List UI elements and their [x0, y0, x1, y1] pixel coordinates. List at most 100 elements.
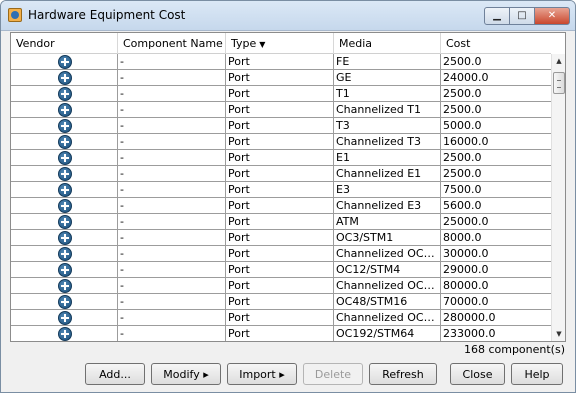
add-circle-icon[interactable]	[58, 183, 72, 197]
add-circle-icon[interactable]	[58, 55, 72, 69]
add-circle-icon[interactable]	[58, 199, 72, 213]
vendor-cell[interactable]	[11, 102, 118, 118]
media-cell: OC3/STM1	[334, 230, 441, 246]
add-circle-icon[interactable]	[58, 311, 72, 325]
vendor-cell[interactable]	[11, 118, 118, 134]
vendor-cell[interactable]	[11, 326, 118, 341]
table-row[interactable]: - Port Channelized T3 16000.0	[11, 134, 551, 150]
table-row[interactable]: - Port Channelized OC3/S... 30000.0	[11, 246, 551, 262]
table-row[interactable]: - Port ATM 25000.0	[11, 214, 551, 230]
table-row[interactable]: - Port Channelized OC12/... 80000.0	[11, 278, 551, 294]
column-header-label: Type	[231, 37, 257, 50]
component-cell: -	[118, 134, 226, 150]
vendor-cell[interactable]	[11, 310, 118, 326]
table-row[interactable]: - Port OC192/STM64 233000.0	[11, 326, 551, 341]
column-header-vendor[interactable]: Vendor	[11, 33, 118, 54]
maximize-button[interactable]: □	[509, 7, 535, 25]
media-cell: T3	[334, 118, 441, 134]
delete-button[interactable]: Delete	[303, 363, 363, 385]
add-circle-icon[interactable]	[58, 327, 72, 341]
cost-cell: 2500.0	[443, 167, 482, 180]
add-circle-icon[interactable]	[58, 103, 72, 117]
title-bar[interactable]: Hardware Equipment Cost ▁ □ ✕	[1, 1, 575, 31]
vertical-scrollbar[interactable]: ▲ ▼	[551, 54, 565, 341]
vendor-cell[interactable]	[11, 246, 118, 262]
vendor-cell[interactable]	[11, 54, 118, 70]
media-cell: E1	[334, 150, 441, 166]
table-row[interactable]: - Port Channelized E3 5600.0	[11, 198, 551, 214]
column-header-media[interactable]: Media	[334, 33, 441, 54]
add-circle-icon[interactable]	[58, 167, 72, 181]
add-circle-icon[interactable]	[58, 151, 72, 165]
table-row[interactable]: - Port E3 7500.0	[11, 182, 551, 198]
column-header-type[interactable]: Type ▼	[226, 33, 334, 54]
add-circle-icon[interactable]	[58, 231, 72, 245]
table-row[interactable]: - Port T1 2500.0	[11, 86, 551, 102]
cost-cell: 2500.0	[443, 55, 482, 68]
add-circle-icon[interactable]	[58, 215, 72, 229]
scroll-down-icon[interactable]: ▼	[552, 327, 566, 341]
add-circle-icon[interactable]	[58, 295, 72, 309]
import-button[interactable]: Import ▸	[227, 363, 297, 385]
column-header-label: Cost	[446, 37, 471, 50]
table-row[interactable]: - Port GE 24000.0	[11, 70, 551, 86]
component-cell: -	[118, 326, 226, 341]
cost-cell: 70000.0	[443, 295, 489, 308]
component-cell: -	[118, 246, 226, 262]
modify-button[interactable]: Modify ▸	[151, 363, 221, 385]
column-header-label: Component Name	[123, 37, 223, 50]
close-window-button[interactable]: ✕	[534, 7, 570, 25]
type-cell: Port	[226, 150, 334, 166]
type-cell: Port	[226, 102, 334, 118]
table-row[interactable]: - Port OC48/STM16 70000.0	[11, 294, 551, 310]
vendor-cell[interactable]	[11, 86, 118, 102]
table-row[interactable]: - Port Channelized E1 2500.0	[11, 166, 551, 182]
table-row[interactable]: - Port T3 5000.0	[11, 118, 551, 134]
table-row[interactable]: - Port Channelized OC48/... 280000.0	[11, 310, 551, 326]
column-header-component-name[interactable]: Component Name	[118, 33, 226, 54]
cost-cell: 280000.0	[443, 311, 496, 324]
vendor-cell[interactable]	[11, 230, 118, 246]
table-row[interactable]: - Port Channelized T1 2500.0	[11, 102, 551, 118]
help-button[interactable]: Help	[511, 363, 563, 385]
scroll-thumb[interactable]	[553, 72, 565, 94]
add-circle-icon[interactable]	[58, 263, 72, 277]
add-circle-icon[interactable]	[58, 119, 72, 133]
close-button[interactable]: Close	[450, 363, 505, 385]
column-header-cost[interactable]: Cost	[441, 33, 551, 54]
refresh-button[interactable]: Refresh	[369, 363, 437, 385]
media-cell: Channelized OC48/...	[336, 310, 441, 326]
type-cell: Port	[226, 182, 334, 198]
type-cell: Port	[226, 326, 334, 341]
add-circle-icon[interactable]	[58, 279, 72, 293]
vendor-cell[interactable]	[11, 278, 118, 294]
add-circle-icon[interactable]	[58, 87, 72, 101]
table-row[interactable]: - Port OC3/STM1 8000.0	[11, 230, 551, 246]
table-row[interactable]: - Port E1 2500.0	[11, 150, 551, 166]
vendor-cell[interactable]	[11, 134, 118, 150]
component-cell: -	[118, 198, 226, 214]
vendor-cell[interactable]	[11, 150, 118, 166]
scroll-up-icon[interactable]: ▲	[552, 54, 566, 68]
add-button[interactable]: Add...	[85, 363, 145, 385]
media-cell: T1	[334, 86, 441, 102]
component-cell: -	[118, 214, 226, 230]
media-cell: Channelized T1	[334, 102, 441, 118]
component-cell: -	[118, 70, 226, 86]
table-row[interactable]: - Port FE 2500.0	[11, 54, 551, 70]
minimize-button[interactable]: ▁	[484, 7, 510, 25]
component-cell: -	[118, 166, 226, 182]
vendor-cell[interactable]	[11, 198, 118, 214]
vendor-cell[interactable]	[11, 70, 118, 86]
vendor-cell[interactable]	[11, 262, 118, 278]
vendor-cell[interactable]	[11, 214, 118, 230]
add-circle-icon[interactable]	[58, 135, 72, 149]
media-cell: OC192/STM64	[334, 326, 441, 341]
vendor-cell[interactable]	[11, 294, 118, 310]
vendor-cell[interactable]	[11, 166, 118, 182]
vendor-cell[interactable]	[11, 182, 118, 198]
add-circle-icon[interactable]	[58, 71, 72, 85]
table-row[interactable]: - Port OC12/STM4 29000.0	[11, 262, 551, 278]
column-header-label: Vendor	[16, 37, 55, 50]
add-circle-icon[interactable]	[58, 247, 72, 261]
